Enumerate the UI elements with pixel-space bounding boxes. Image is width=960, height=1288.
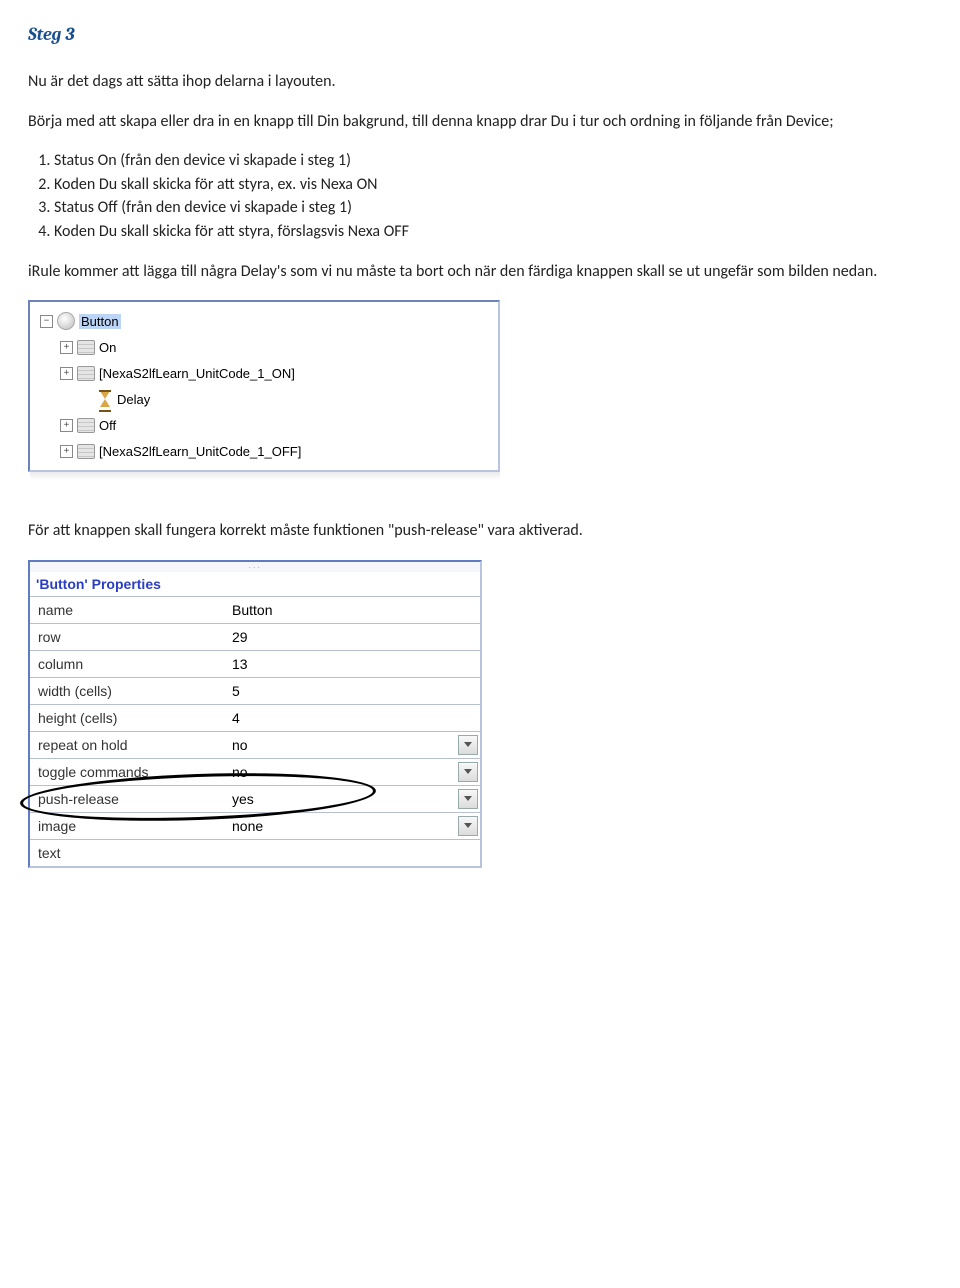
- intro-paragraph-2: Börja med att skapa eller dra in en knap…: [28, 111, 932, 133]
- collapse-icon[interactable]: −: [40, 315, 53, 328]
- step-heading: Steg 3: [28, 24, 932, 45]
- tree-item-row[interactable]: + Off: [34, 412, 494, 438]
- device-code-icon: [77, 340, 95, 355]
- property-value[interactable]: no: [226, 735, 480, 755]
- properties-title: 'Button' Properties: [30, 572, 480, 596]
- device-code-icon: [77, 418, 95, 433]
- dropdown-icon[interactable]: [458, 762, 478, 782]
- tree-panel: − Button + On + [NexaS2lfLearn_UnitCode_…: [28, 300, 500, 472]
- tree-item-label: Off: [99, 418, 116, 433]
- property-value[interactable]: 4: [226, 710, 480, 726]
- property-row: text: [30, 839, 480, 866]
- property-row: width (cells) 5: [30, 677, 480, 704]
- panel-drag-handle[interactable]: ∙∙∙: [30, 562, 480, 572]
- property-row: name Button: [30, 596, 480, 623]
- dropdown-icon[interactable]: [458, 735, 478, 755]
- property-row: toggle commands no: [30, 758, 480, 785]
- property-label: text: [30, 845, 226, 861]
- property-label: repeat on hold: [30, 737, 226, 753]
- step-item: Koden Du skall skicka för att styra, ex.…: [54, 174, 932, 196]
- after-list-paragraph: iRule kommer att lägga till några Delay'…: [28, 261, 932, 283]
- button-node-icon: [57, 312, 75, 330]
- device-code-icon: [77, 444, 95, 459]
- property-label: push-release: [30, 791, 226, 807]
- tree-item-label: [NexaS2lfLearn_UnitCode_1_ON]: [99, 366, 295, 381]
- expand-icon[interactable]: +: [60, 367, 73, 380]
- property-value[interactable]: 29: [226, 629, 480, 645]
- property-value[interactable]: yes: [226, 789, 480, 809]
- property-value[interactable]: no: [226, 762, 480, 782]
- property-row: column 13: [30, 650, 480, 677]
- tree-item-row[interactable]: + [NexaS2lfLearn_UnitCode_1_OFF]: [34, 438, 494, 464]
- property-value[interactable]: none: [226, 816, 480, 836]
- property-label: image: [30, 818, 226, 834]
- tree-root-row[interactable]: − Button: [34, 308, 494, 334]
- tree-item-row[interactable]: + [NexaS2lfLearn_UnitCode_1_ON]: [34, 360, 494, 386]
- steps-list: Status On (från den device vi skapade i …: [54, 150, 932, 242]
- property-label: height (cells): [30, 710, 226, 726]
- property-row: repeat on hold no: [30, 731, 480, 758]
- properties-panel: ∙∙∙ 'Button' Properties name Button row …: [28, 560, 482, 868]
- expand-icon[interactable]: +: [60, 419, 73, 432]
- step-item: Status On (från den device vi skapade i …: [54, 150, 932, 172]
- step-item: Koden Du skall skicka för att styra, för…: [54, 221, 932, 243]
- property-row: row 29: [30, 623, 480, 650]
- property-row: height (cells) 4: [30, 704, 480, 731]
- intro-paragraph-1: Nu är det dags att sätta ihop delarna i …: [28, 71, 932, 93]
- expand-icon[interactable]: +: [60, 445, 73, 458]
- dropdown-icon[interactable]: [458, 789, 478, 809]
- tree-root-label: Button: [79, 314, 121, 329]
- property-value[interactable]: 13: [226, 656, 480, 672]
- property-label: column: [30, 656, 226, 672]
- panel-shadow: [30, 472, 500, 480]
- dropdown-icon[interactable]: [458, 816, 478, 836]
- property-row: image none: [30, 812, 480, 839]
- step-item: Status Off (från den device vi skapade i…: [54, 197, 932, 219]
- property-value[interactable]: 5: [226, 683, 480, 699]
- tree-item-label: Delay: [117, 392, 150, 407]
- expander-placeholder: [80, 394, 93, 405]
- property-label: name: [30, 602, 226, 618]
- property-label: toggle commands: [30, 764, 226, 780]
- property-row: push-release yes: [30, 785, 480, 812]
- hourglass-icon: [97, 391, 113, 407]
- tree-item-row[interactable]: + On: [34, 334, 494, 360]
- mid-paragraph: För att knappen skall fungera korrekt må…: [28, 520, 932, 542]
- tree-item-row[interactable]: Delay: [34, 386, 494, 412]
- tree-item-label: On: [99, 340, 116, 355]
- expand-icon[interactable]: +: [60, 341, 73, 354]
- property-value[interactable]: Button: [226, 602, 480, 618]
- property-label: row: [30, 629, 226, 645]
- property-label: width (cells): [30, 683, 226, 699]
- tree-item-label: [NexaS2lfLearn_UnitCode_1_OFF]: [99, 444, 301, 459]
- device-code-icon: [77, 366, 95, 381]
